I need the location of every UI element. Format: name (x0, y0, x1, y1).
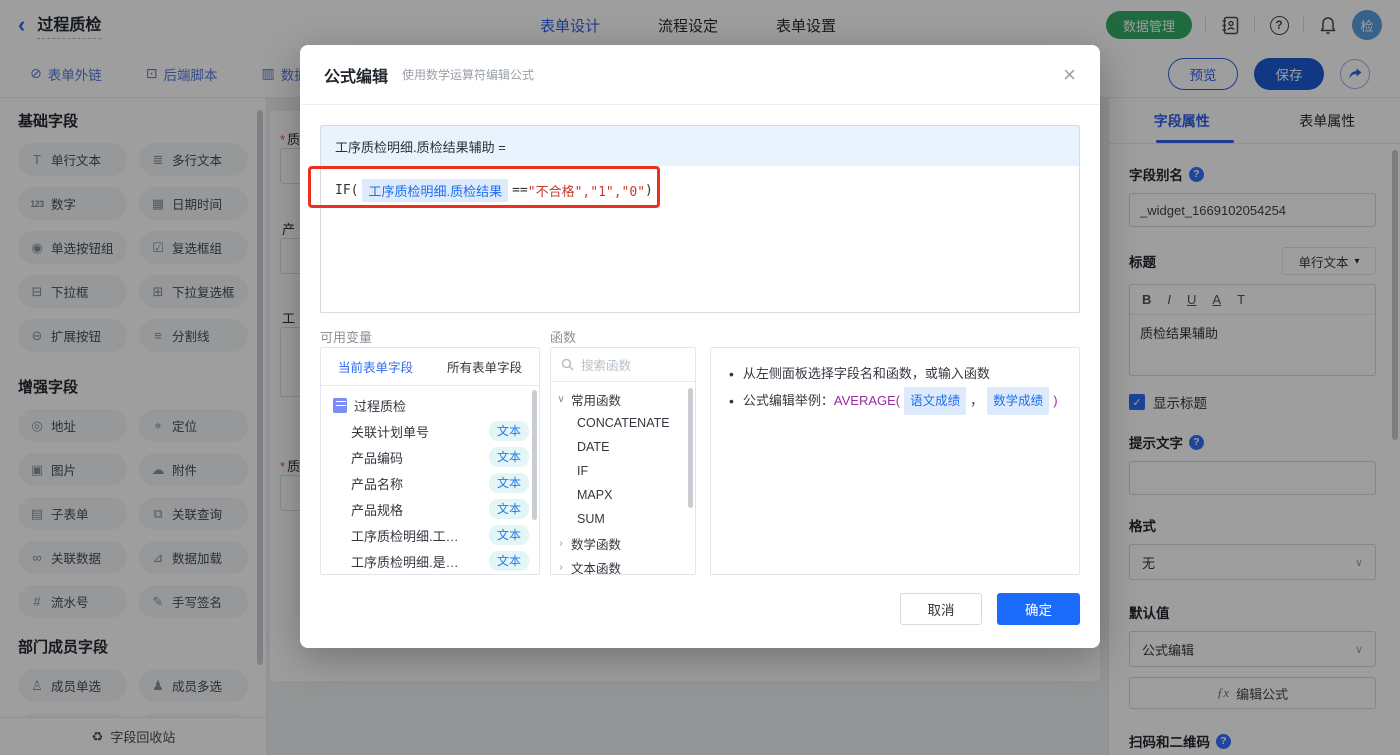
dialog-subtitle: 使用数学运算符编辑公式 (402, 68, 535, 82)
close-icon[interactable]: × (1063, 63, 1076, 86)
variables-list: 过程质检 关联计划单号 文本 产品编码 文本 产品名称 文本 产品规格 文本 工序质检明… (321, 386, 539, 574)
bullet-icon: • (729, 393, 734, 409)
formula-close-paren: ) (645, 183, 653, 198)
function-item[interactable]: CONCATENATE (551, 411, 695, 435)
close-paren: ) (1053, 393, 1058, 408)
functions-label: 函数 (550, 330, 577, 345)
function-group-text[interactable]: › 文本函数 (551, 555, 695, 575)
search-placeholder: 搜索函数 (581, 359, 632, 373)
functions-panel: 搜索函数 ∨ 常用函数 CONCATENATE DATE IF MAPX SUM … (550, 347, 696, 575)
field-row[interactable]: 产品规格 文本 (321, 496, 539, 522)
function-item[interactable]: SUM (551, 507, 695, 531)
chevron-right-icon: › (559, 561, 563, 573)
field-type-badge: 文本 (488, 525, 529, 545)
field-type-badge: 文本 (488, 447, 529, 467)
function-item[interactable]: MAPX (551, 483, 695, 507)
chevron-right-icon: › (559, 537, 563, 549)
average-token: AVERAGE( (833, 393, 901, 408)
variables-scrollbar[interactable] (532, 390, 537, 520)
form-node[interactable]: 过程质检 (321, 392, 539, 418)
variables-tabs: 当前表单字段 所有表单字段 (321, 348, 539, 386)
functions-list: ∨ 常用函数 CONCATENATE DATE IF MAPX SUM › 数学函数… (551, 382, 695, 575)
cancel-button[interactable]: 取消 (900, 593, 982, 625)
document-icon (333, 397, 347, 413)
dialog-title: 公式编辑 (324, 68, 389, 86)
dialog-footer: 取消 确定 (900, 593, 1080, 625)
dialog-header: 公式编辑 使用数学运算符编辑公式 × (300, 45, 1100, 105)
function-item[interactable]: IF (551, 459, 695, 483)
app-root: ‹ 过程质检 表单设计 流程设定 表单设置 数据管理 ? 检 ⊘ 表单外链 ⊡ … (0, 0, 1400, 755)
field-row[interactable]: 关联计划单号 文本 (321, 418, 539, 444)
formula-field-chip: 工序质检明细.质检结果 (362, 179, 509, 202)
formula-operator: == (512, 183, 528, 198)
field-row[interactable]: 工序质检明细.是否需...文本 (321, 548, 539, 574)
variables-label: 可用变量 (320, 330, 373, 345)
variables-panel: 当前表单字段 所有表单字段 过程质检 关联计划单号 文本 产品编码 文本 产品名称文… (320, 347, 540, 575)
field-type-badge: 文本 (488, 473, 529, 493)
formula-editor[interactable]: 工序质检明细.质检结果辅助 = IF( 工序质检明细.质检结果 == "不合格"… (320, 125, 1080, 313)
tip-line-1: • 从左侧面板选择字段名和函数，或输入函数 (729, 361, 1061, 387)
tab-all-form-fields[interactable]: 所有表单字段 (430, 348, 539, 385)
function-item[interactable]: DATE (551, 435, 695, 459)
bullet-icon: • (729, 366, 734, 382)
field-type-badge: 文本 (488, 551, 529, 571)
field-row[interactable]: 产品名称 文本 (321, 470, 539, 496)
formula-expression[interactable]: IF( 工序质检明细.质检结果 == "不合格","1","0" ) (321, 166, 1079, 215)
formula-edit-dialog: 公式编辑 使用数学运算符编辑公式 × 工序质检明细.质检结果辅助 = IF( 工… (300, 45, 1100, 648)
function-group-math[interactable]: › 数学函数 (551, 531, 695, 555)
formula-if-token: IF( (335, 183, 359, 198)
field-type-badge: 文本 (488, 421, 529, 441)
tab-current-form-fields[interactable]: 当前表单字段 (321, 348, 430, 385)
search-icon (561, 358, 574, 371)
chevron-down-icon: ∨ (557, 393, 565, 405)
function-search[interactable]: 搜索函数 (551, 348, 695, 382)
example-field-chip: 数学成绩 (987, 387, 1050, 415)
formula-target: 工序质检明细.质检结果辅助 = (321, 126, 1079, 166)
functions-scrollbar[interactable] (688, 388, 693, 508)
field-type-badge: 文本 (488, 499, 529, 519)
function-group-common[interactable]: ∨ 常用函数 (551, 387, 695, 411)
tip-line-2: • 公式编辑举例： AVERAGE( 语文成绩 ， 数学成绩 ) (729, 387, 1061, 415)
confirm-button[interactable]: 确定 (997, 593, 1080, 625)
field-row[interactable]: 工序质检明细.工序名称文本 (321, 522, 539, 548)
formula-string-args: "不合格","1","0" (527, 185, 646, 200)
help-panel: • 从左侧面板选择字段名和函数，或输入函数 • 公式编辑举例： AVERAGE(… (710, 347, 1080, 575)
example-field-chip: 语文成绩 (904, 387, 967, 415)
field-row[interactable]: 产品编码 文本 (321, 444, 539, 470)
